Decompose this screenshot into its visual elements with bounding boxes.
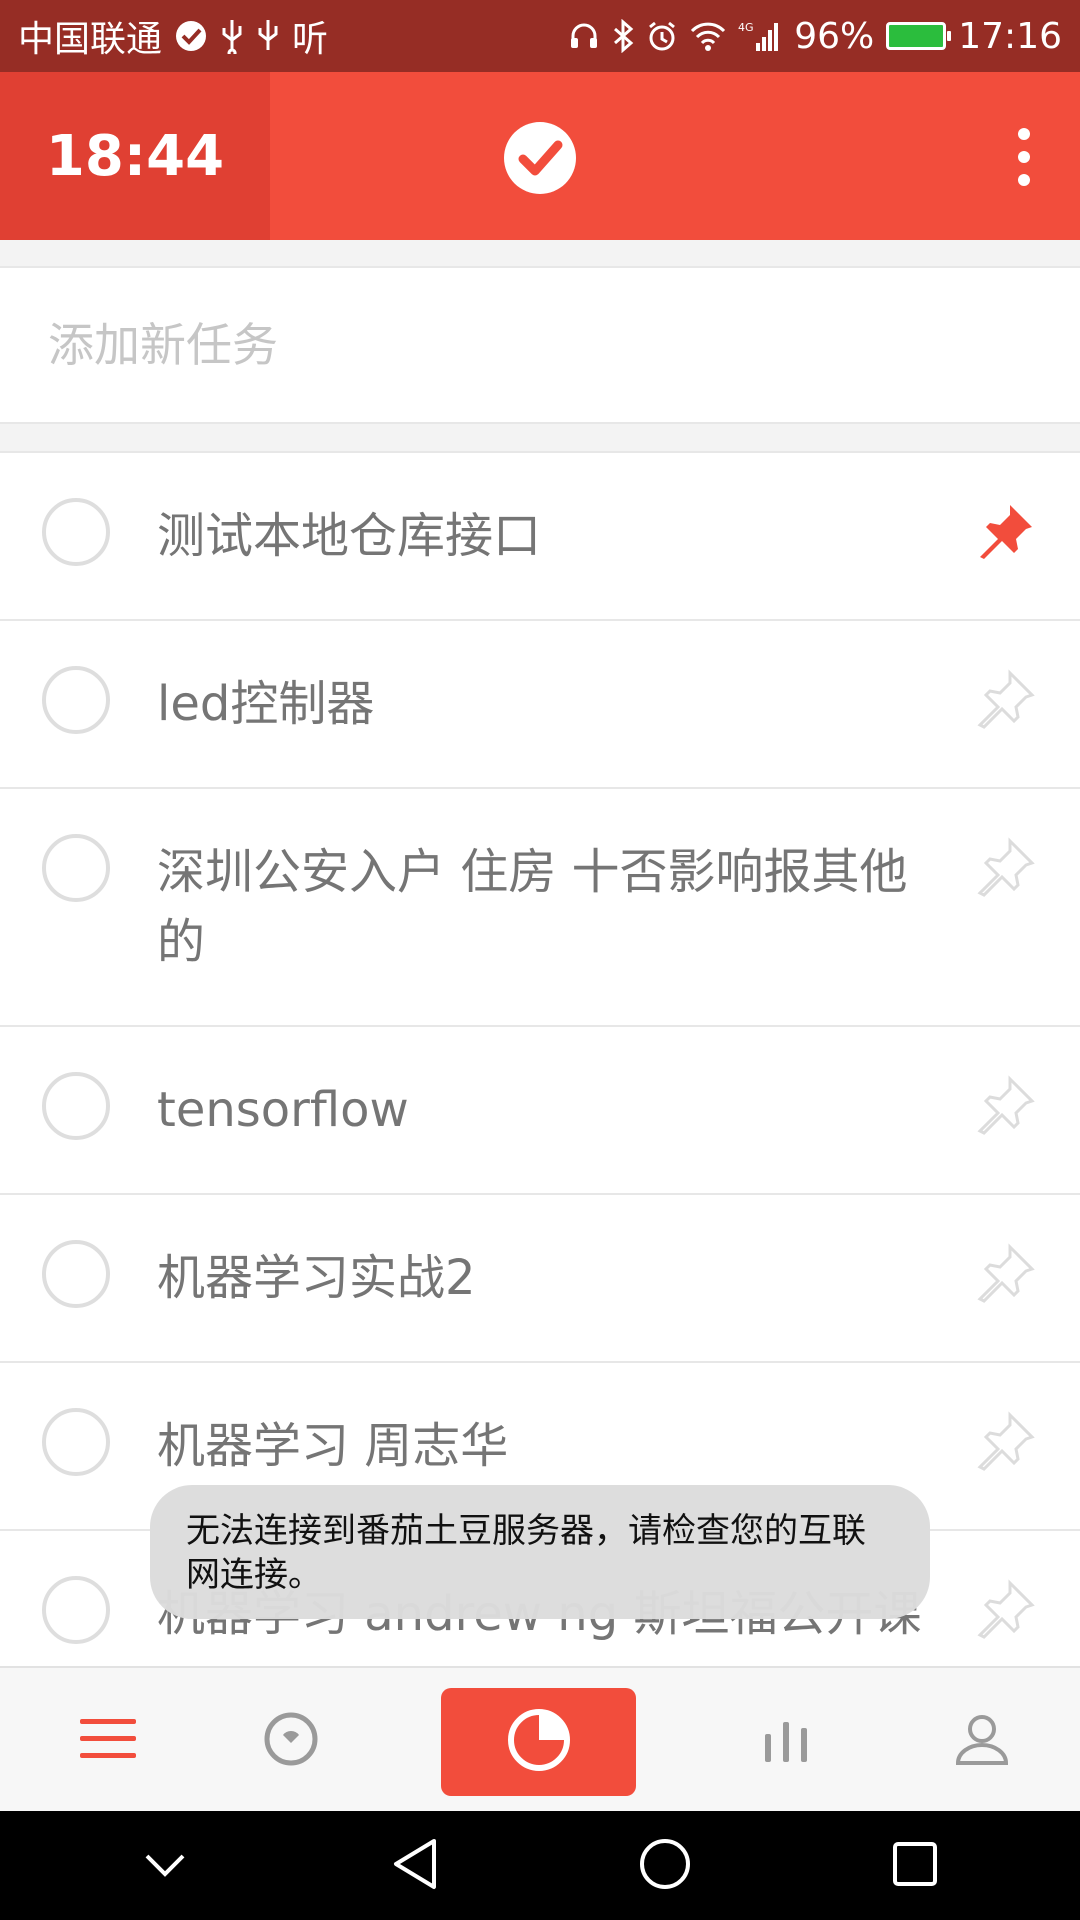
timer-text: 18:44 — [45, 123, 225, 189]
chevron-down-icon — [143, 1850, 187, 1882]
task-title: 机器学习 周志华 — [157, 1418, 509, 1474]
status-bar: 中国联通 听 4G 96% 17:16 — [0, 0, 1080, 72]
system-nav-bar — [0, 1811, 1080, 1920]
signal-icon: 4G — [738, 19, 782, 53]
task-title: led控制器 — [157, 676, 375, 732]
verified-icon — [174, 19, 208, 53]
task-title: 机器学习实战2 — [157, 1250, 476, 1306]
add-task-bar — [0, 266, 1080, 424]
usb-icon-2 — [256, 18, 280, 54]
battery-percent: 96% — [794, 15, 875, 57]
task-row[interactable]: 深圳公安入户 住房 十否影响报其他的 — [0, 789, 1080, 1027]
task-checkbox[interactable] — [42, 834, 110, 902]
task-row[interactable]: led控制器 — [0, 621, 1080, 789]
task-checkbox[interactable] — [42, 498, 110, 566]
error-toast: 无法连接到番茄土豆服务器，请检查您的互联网连接。 — [150, 1485, 930, 1619]
pin-icon[interactable] — [974, 1409, 1038, 1473]
battery-icon — [886, 22, 952, 50]
app-bar: 18:44 — [0, 72, 1080, 240]
nav-collapse-button[interactable] — [105, 1816, 225, 1916]
check-logo-icon — [503, 121, 577, 195]
pin-icon-active[interactable] — [974, 499, 1038, 563]
carrier-name: 中国联通 — [18, 19, 163, 60]
more-menu-icon[interactable] — [1004, 122, 1044, 192]
usb-icon — [220, 18, 244, 54]
nav-home-button[interactable] — [605, 1816, 725, 1916]
pin-icon[interactable] — [974, 667, 1038, 731]
task-title: tensorflow — [157, 1082, 409, 1138]
back-triangle-icon — [390, 1837, 440, 1895]
listen-icon: 听 — [292, 19, 329, 60]
nav-recents-button[interactable] — [855, 1816, 975, 1916]
task-checkbox[interactable] — [42, 666, 110, 734]
bottom-tab-bar — [0, 1666, 1080, 1811]
headphones-icon — [568, 20, 600, 52]
bluetooth-icon — [612, 19, 634, 53]
task-checkbox[interactable] — [42, 1072, 110, 1140]
wifi-icon — [690, 21, 726, 51]
profile-icon — [954, 1711, 1010, 1771]
recents-square-icon — [891, 1840, 939, 1892]
tab-pomodoro[interactable] — [441, 1688, 636, 1796]
pin-icon[interactable] — [974, 1073, 1038, 1137]
task-checkbox[interactable] — [42, 1576, 110, 1644]
nav-back-button[interactable] — [355, 1816, 475, 1916]
task-checkbox[interactable] — [42, 1408, 110, 1476]
pin-icon[interactable] — [974, 835, 1038, 899]
tab-stats[interactable] — [678, 1668, 894, 1813]
status-time: 17:16 — [958, 15, 1062, 57]
task-title: 测试本地仓库接口 — [157, 508, 542, 564]
home-circle-icon — [638, 1837, 692, 1895]
alarm-icon — [646, 20, 678, 52]
focus-icon — [263, 1711, 319, 1771]
toast-message: 无法连接到番茄土豆服务器，请检查您的互联网连接。 — [186, 1511, 866, 1595]
task-row[interactable]: tensorflow — [0, 1027, 1080, 1195]
tab-focus[interactable] — [183, 1668, 399, 1813]
task-checkbox[interactable] — [42, 1240, 110, 1308]
svg-text:4G: 4G — [738, 21, 754, 34]
pomodoro-icon — [506, 1707, 572, 1777]
task-row[interactable]: 机器学习实战2 — [0, 1195, 1080, 1363]
timer-display[interactable]: 18:44 — [0, 72, 270, 240]
pin-icon[interactable] — [974, 1241, 1038, 1305]
stats-icon — [761, 1714, 811, 1768]
task-title: 深圳公安入户 住房 十否影响报其他的 — [157, 844, 908, 970]
tab-profile[interactable] — [874, 1668, 1080, 1813]
add-task-input[interactable] — [46, 317, 950, 373]
pin-icon[interactable] — [974, 1577, 1038, 1641]
task-row[interactable]: 测试本地仓库接口 — [0, 453, 1080, 621]
list-icon — [80, 1717, 136, 1765]
